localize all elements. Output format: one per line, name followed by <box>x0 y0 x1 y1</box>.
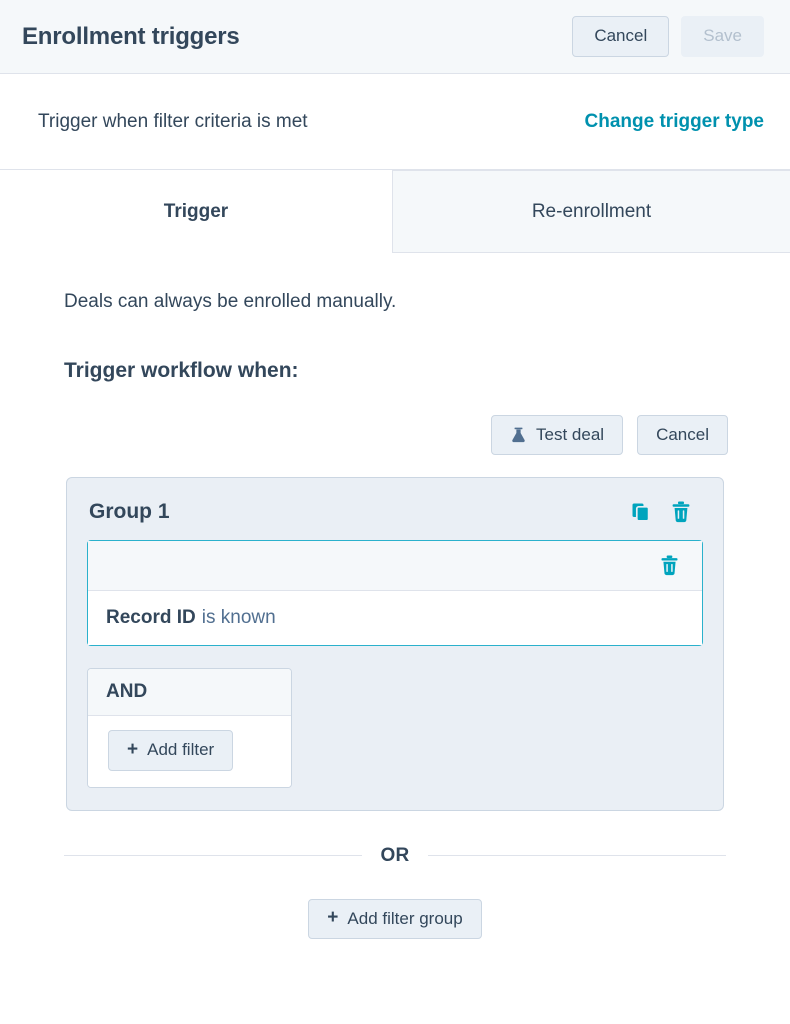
trash-icon <box>660 555 679 576</box>
filter-group-header: Group 1 <box>87 496 703 540</box>
filter-summary: Record ID is known <box>88 591 702 646</box>
add-filter-label: Add filter <box>147 740 215 760</box>
copy-icon <box>631 502 651 523</box>
flask-icon <box>510 427 527 444</box>
panel-header: Enrollment triggers Cancel Save <box>0 0 790 74</box>
plus-icon: + <box>327 907 339 929</box>
section-title-trigger-workflow: Trigger workflow when: <box>64 359 299 382</box>
plus-icon: + <box>127 739 139 761</box>
or-divider: OR <box>64 844 727 867</box>
add-filter-group-label: Add filter group <box>347 908 463 928</box>
tab-re-enrollment-label: Re-enrollment <box>531 200 652 222</box>
add-filter-button[interactable]: + Add filter <box>108 730 234 771</box>
tab-bar: Trigger Re-enrollment <box>0 170 790 253</box>
trigger-type-description: Trigger when filter criteria is met <box>38 110 308 132</box>
filter-card[interactable]: Record ID is known <box>87 540 703 647</box>
trigger-panel-body: Deals can always be enrolled manually. T… <box>0 253 790 940</box>
filter-group: Group 1 Record ID is known AND + Add fil… <box>66 477 724 811</box>
add-filter-group-row: + Add filter group <box>38 898 752 940</box>
filter-cancel-button[interactable]: Cancel <box>637 415 728 456</box>
header-save-button[interactable]: Save <box>681 16 764 57</box>
or-divider-label: OR <box>380 844 410 866</box>
or-divider-line-left <box>64 855 363 857</box>
test-deal-button[interactable]: Test deal <box>491 415 624 456</box>
delete-filter-button[interactable] <box>650 555 689 576</box>
header-cancel-button[interactable]: Cancel <box>572 16 670 57</box>
change-trigger-type-link[interactable]: Change trigger type <box>585 111 764 133</box>
trigger-type-bar: Trigger when filter criteria is met Chan… <box>0 74 790 170</box>
filter-group-name: Group 1 <box>89 500 170 524</box>
or-divider-line-right <box>427 855 727 857</box>
test-deal-label: Test deal <box>536 425 605 444</box>
clone-group-button[interactable] <box>621 502 661 523</box>
tab-trigger[interactable]: Trigger <box>0 170 393 253</box>
page-title: Enrollment triggers <box>22 22 240 50</box>
trash-icon <box>671 501 691 523</box>
add-filter-group-button[interactable]: + Add filter group <box>308 898 482 940</box>
tab-re-enrollment[interactable]: Re-enrollment <box>393 170 790 253</box>
filter-property-name: Record ID <box>106 607 196 629</box>
add-filter-container: + Add filter <box>88 716 291 787</box>
operator-label-and: AND <box>88 669 291 717</box>
delete-group-button[interactable] <box>661 501 701 523</box>
filter-operator: is known <box>201 607 276 629</box>
filter-actions-row: Test deal Cancel <box>38 415 752 456</box>
filter-card-toolbar <box>88 541 702 592</box>
manual-enrollment-note: Deals can always be enrolled manually. <box>64 291 397 312</box>
filter-operator-box: AND + Add filter <box>87 668 292 788</box>
tab-trigger-label: Trigger <box>163 200 229 222</box>
